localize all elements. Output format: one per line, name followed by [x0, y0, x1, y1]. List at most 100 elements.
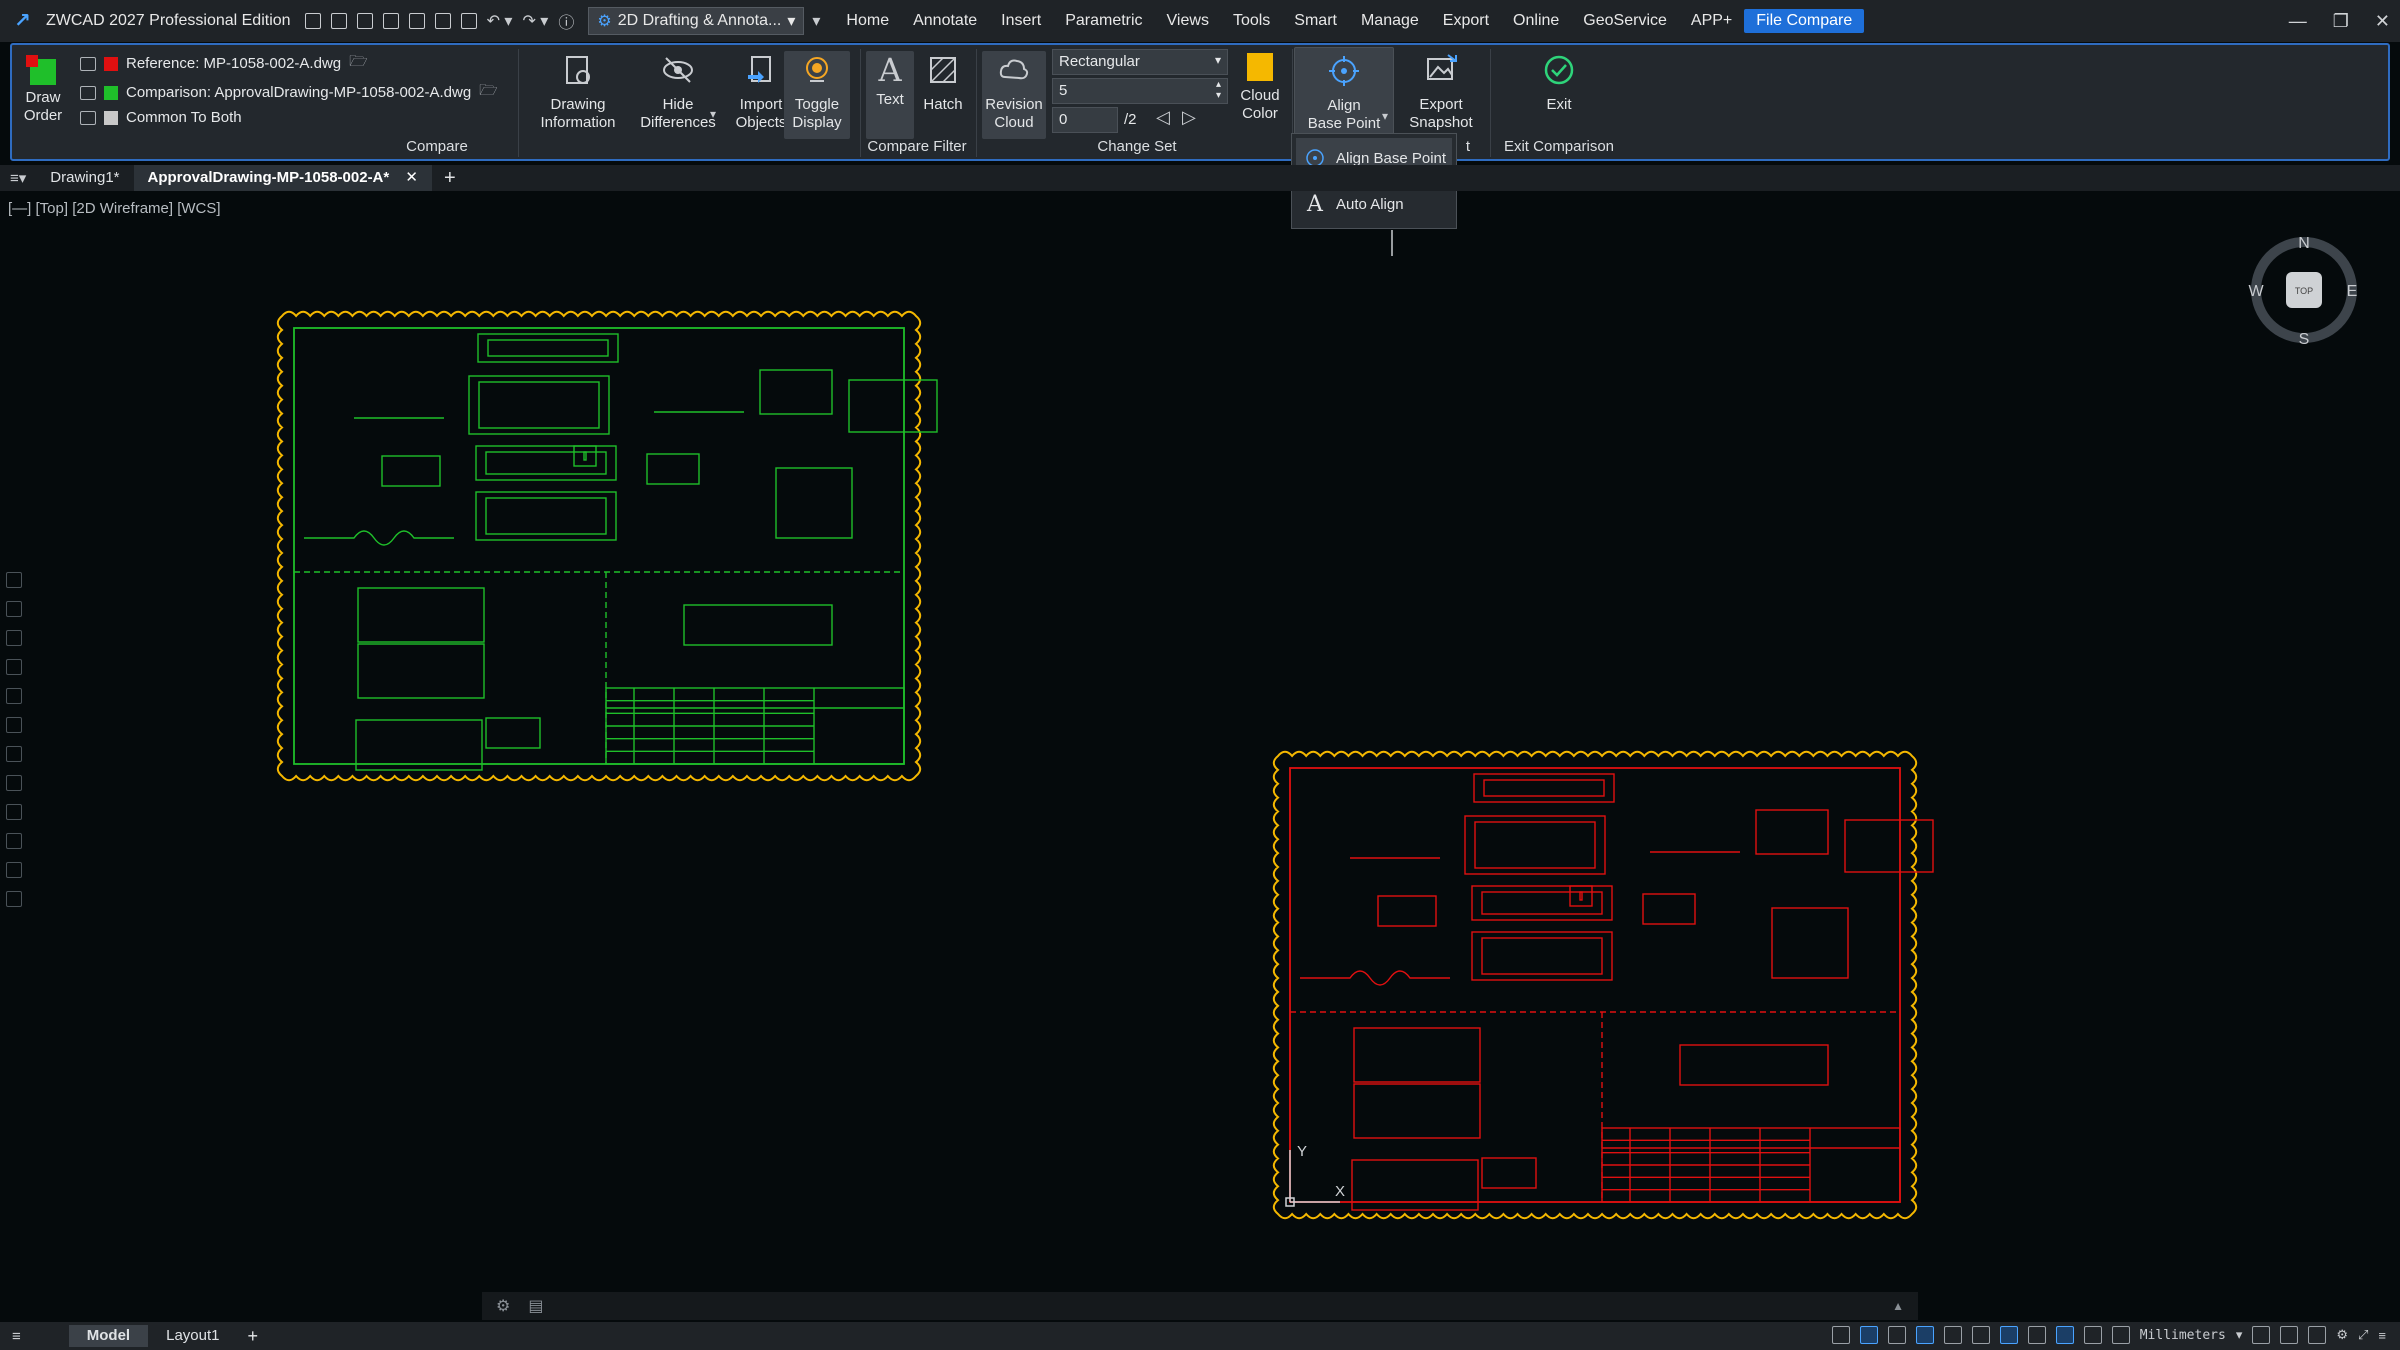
layer-tool-icon[interactable]: [6, 572, 22, 588]
properties-tool-icon[interactable]: [6, 601, 22, 617]
redo-icon[interactable]: ↷ ▾: [522, 11, 548, 31]
print-preview-icon[interactable]: [460, 13, 477, 29]
restore-icon[interactable]: ❐: [2333, 11, 2349, 32]
drawing-canvas[interactable]: YX: [0, 194, 2400, 1318]
new-tab-icon[interactable]: +: [432, 167, 468, 190]
tab-drawing1[interactable]: Drawing1*: [36, 165, 133, 191]
common-color-swatch[interactable]: [104, 110, 118, 125]
layout-menu-icon[interactable]: ≡: [0, 1328, 33, 1345]
fullscreen-icon[interactable]: ⤢: [2358, 1327, 2368, 1343]
measure-icon[interactable]: [6, 862, 22, 878]
viewport-label[interactable]: [—] [Top] [2D Wireframe] [WCS]: [8, 200, 221, 217]
menu-item-online[interactable]: Online: [1501, 0, 1571, 42]
cloud-size-input[interactable]: 5 ▴ ▾: [1052, 78, 1228, 104]
workspace-selector[interactable]: ⚙ 2D Drafting & Annota... ▾: [588, 7, 805, 35]
file-icon[interactable]: [80, 110, 96, 125]
selection-cycling-icon[interactable]: [2083, 1326, 2102, 1344]
plot-icon[interactable]: [434, 13, 451, 29]
help-icon[interactable]: ⓘ: [558, 9, 574, 33]
view-cube[interactable]: TOP N S E W: [2246, 232, 2362, 348]
match-tool-icon[interactable]: [6, 630, 22, 646]
ortho-icon[interactable]: [1915, 1326, 1934, 1344]
isolate-icon[interactable]: [2308, 1326, 2327, 1344]
close-icon[interactable]: ✕: [2375, 11, 2390, 32]
expand-command-icon[interactable]: ▲: [1892, 1299, 1904, 1313]
menu-item-annotate[interactable]: Annotate: [901, 0, 989, 42]
save-all-icon[interactable]: [408, 13, 425, 29]
save-as-icon[interactable]: [382, 13, 399, 29]
transparency-icon[interactable]: [2055, 1326, 2074, 1344]
tab-model[interactable]: Model: [68, 1325, 149, 1347]
customize-qat-icon[interactable]: ▾: [812, 11, 820, 31]
save-icon[interactable]: [356, 13, 373, 29]
tab-list-icon[interactable]: ≡▾: [0, 169, 36, 187]
folder-icon[interactable]: 🗁: [479, 80, 498, 105]
chevron-down-icon[interactable]: ▾: [1382, 109, 1388, 123]
annotation-scale-icon[interactable]: [2111, 1326, 2130, 1344]
menu-item-app[interactable]: APP+: [1679, 0, 1744, 42]
close-tab-icon[interactable]: ✕: [405, 169, 418, 186]
gear-icon[interactable]: ⚙: [2336, 1327, 2348, 1343]
calc-icon[interactable]: [6, 833, 22, 849]
text-filter-button[interactable]: A Text: [866, 51, 914, 139]
menu-item-manage[interactable]: Manage: [1349, 0, 1431, 42]
sheet-set-icon[interactable]: [6, 775, 22, 791]
menu-item-views[interactable]: Views: [1155, 0, 1221, 42]
drawing-information-button[interactable]: Drawing Information: [526, 53, 630, 132]
export-snapshot-button[interactable]: Export Snapshot: [1400, 53, 1482, 132]
minimize-icon[interactable]: —: [2289, 11, 2307, 32]
otrack-icon[interactable]: [1999, 1326, 2018, 1344]
osnap-icon[interactable]: [1971, 1326, 1990, 1344]
menu-item-home[interactable]: Home: [834, 0, 901, 42]
ucs-icon[interactable]: [1831, 1326, 1850, 1344]
compass-north[interactable]: N: [2298, 235, 2310, 252]
cloud-shape-select[interactable]: Rectangular ▾: [1052, 49, 1228, 75]
toggle-display-button[interactable]: Toggle Display: [784, 51, 850, 139]
hatch-filter-button[interactable]: Hatch: [918, 53, 968, 114]
folder-icon[interactable]: 🗁: [349, 51, 368, 76]
polar-icon[interactable]: [1943, 1326, 1962, 1344]
customize-icon[interactable]: ≡: [2378, 1328, 2386, 1343]
dimension-tool-icon[interactable]: [6, 659, 22, 675]
snap-icon[interactable]: [1859, 1326, 1878, 1344]
next-change-icon[interactable]: ▷: [1182, 107, 1196, 128]
file-icon[interactable]: [80, 85, 96, 100]
grid-icon[interactable]: [1887, 1326, 1906, 1344]
design-center-tool-icon[interactable]: [6, 717, 22, 733]
menu-item-file-compare[interactable]: File Compare: [1744, 9, 1865, 33]
new-layout-icon[interactable]: +: [238, 1326, 269, 1347]
file-icon[interactable]: [80, 56, 96, 71]
menu-item-parametric[interactable]: Parametric: [1053, 0, 1154, 42]
quick-properties-icon[interactable]: [2252, 1326, 2271, 1344]
cloud-color-button[interactable]: Cloud Color: [1234, 53, 1286, 123]
tab-layout1[interactable]: Layout1: [148, 1325, 237, 1347]
menu-item-geoservice[interactable]: GeoService: [1571, 0, 1679, 42]
workspace-switch-icon[interactable]: [2280, 1326, 2299, 1344]
chevron-down-icon[interactable]: ▾: [2236, 1327, 2243, 1343]
command-bar[interactable]: ⚙ ▤ ▲: [482, 1292, 1918, 1320]
menu-item-tools[interactable]: Tools: [1221, 0, 1282, 42]
revision-cloud-button[interactable]: Revision Cloud: [982, 51, 1046, 139]
previous-change-icon[interactable]: ◁: [1156, 107, 1170, 128]
exit-comparison-button[interactable]: Exit: [1514, 53, 1604, 114]
reference-color-swatch[interactable]: [104, 56, 118, 71]
menu-item-insert[interactable]: Insert: [989, 0, 1053, 42]
tool-palette-icon[interactable]: [6, 746, 22, 762]
draw-order-button[interactable]: Draw Order: [18, 55, 68, 125]
settings-tool-icon[interactable]: [6, 891, 22, 907]
compass-south[interactable]: S: [2299, 331, 2310, 348]
block-tool-icon[interactable]: [6, 688, 22, 704]
markup-icon[interactable]: [6, 804, 22, 820]
chevron-down-icon[interactable]: ▾: [710, 107, 716, 121]
new-file-icon[interactable]: [304, 13, 321, 29]
undo-icon[interactable]: ↶ ▾: [487, 11, 513, 31]
change-set-index-input[interactable]: 0: [1052, 107, 1118, 133]
units-label[interactable]: Millimeters: [2140, 1328, 2226, 1343]
tab-approval-drawing[interactable]: ApprovalDrawing-MP-1058-002-A* ✕: [133, 165, 432, 191]
open-file-icon[interactable]: [330, 13, 347, 29]
lineweight-icon[interactable]: [2027, 1326, 2046, 1344]
align-base-point-button[interactable]: Align Base Point: [1294, 47, 1394, 135]
gear-icon[interactable]: ⚙: [496, 1296, 510, 1316]
command-history-icon[interactable]: ▤: [528, 1296, 543, 1316]
menu-item-export[interactable]: Export: [1431, 0, 1501, 42]
